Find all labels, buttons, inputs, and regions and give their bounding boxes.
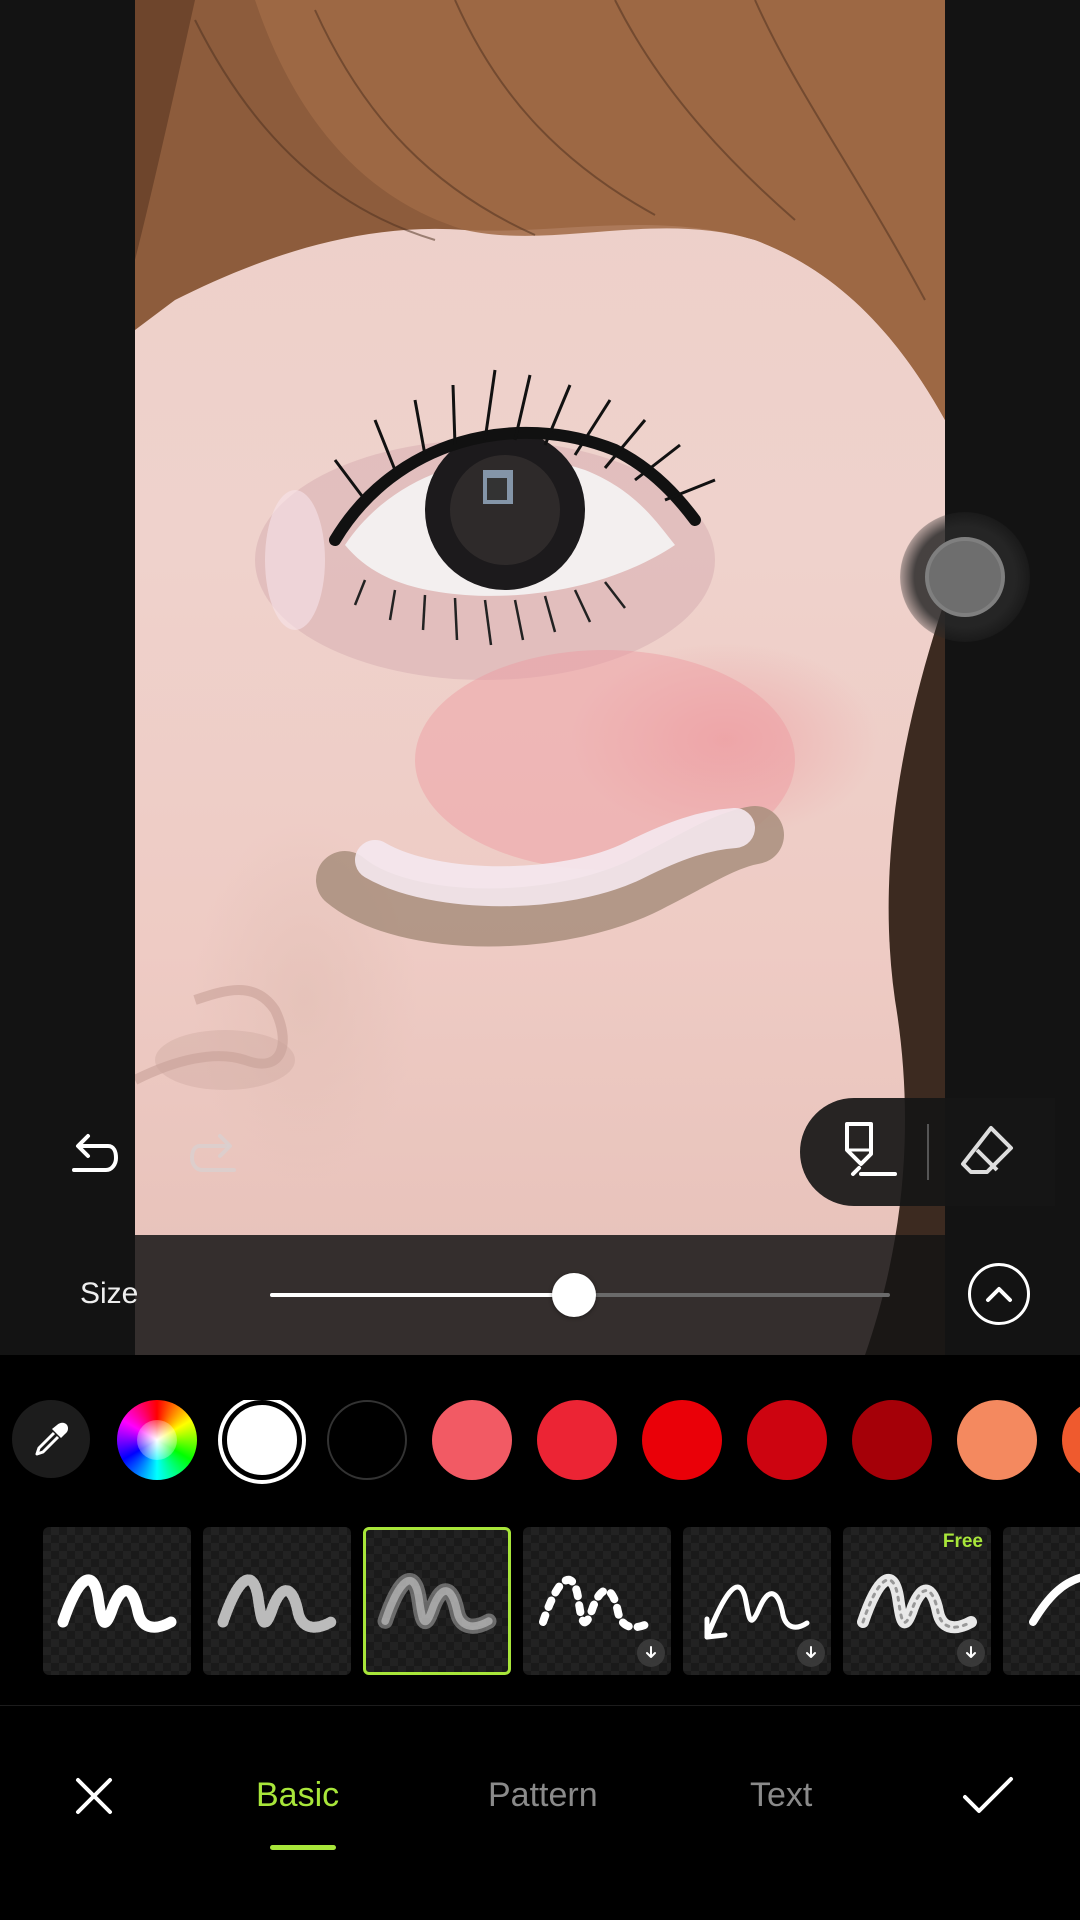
color-palette (0, 1400, 1080, 1485)
expand-button[interactable] (968, 1263, 1030, 1325)
toggle-separator (926, 1124, 929, 1180)
brush-style-solid[interactable] (43, 1527, 191, 1675)
undo-icon (72, 1134, 118, 1172)
marker-icon (844, 1121, 897, 1176)
tab-pattern[interactable]: Pattern (488, 1776, 598, 1815)
eyedropper-button[interactable] (12, 1400, 90, 1478)
brush-eraser-toggle (800, 1098, 1055, 1206)
brush-tool-button[interactable] (839, 1120, 899, 1185)
tab-text[interactable]: Text (750, 1776, 812, 1815)
eraser-tool-button[interactable] (957, 1120, 1017, 1185)
brush-style-list: Free (0, 1527, 1080, 1677)
check-icon (963, 1777, 1013, 1813)
color-swatch[interactable] (642, 1400, 722, 1480)
color-swatch[interactable] (747, 1400, 827, 1480)
color-swatch-selected[interactable] (222, 1400, 302, 1480)
size-control-bar: Size (0, 1235, 1080, 1355)
color-swatch[interactable] (537, 1400, 617, 1480)
drag-handle-knob[interactable] (925, 537, 1005, 617)
free-badge: Free (942, 1531, 983, 1552)
brush-style-dotted[interactable] (523, 1527, 671, 1675)
color-swatch[interactable] (957, 1400, 1037, 1480)
color-swatch[interactable] (432, 1400, 512, 1480)
brush-style-arrow[interactable] (683, 1527, 831, 1675)
confirm-button[interactable] (958, 1770, 1018, 1822)
brush-style-partial[interactable] (1003, 1527, 1080, 1675)
download-icon (797, 1639, 825, 1667)
brush-preview-icon (57, 1574, 177, 1633)
color-swatch[interactable] (327, 1400, 407, 1480)
undo-button[interactable] (58, 1125, 128, 1185)
color-swatch[interactable] (1062, 1400, 1080, 1480)
active-tab-indicator (270, 1845, 336, 1850)
color-wheel-button[interactable] (117, 1400, 197, 1480)
size-slider[interactable] (270, 1273, 890, 1317)
redo-icon (190, 1134, 236, 1172)
eraser-icon (960, 1125, 1013, 1174)
drag-handle[interactable] (900, 512, 1030, 642)
close-icon (76, 1778, 112, 1814)
brush-settings-panel: Free Basic Pattern Text (0, 1355, 1080, 1920)
eyedropper-icon (35, 1422, 69, 1456)
brush-preview-icon (1029, 1573, 1080, 1626)
download-icon (637, 1639, 665, 1667)
close-button[interactable] (68, 1770, 120, 1822)
chevron-up-icon (986, 1287, 1012, 1302)
brush-style-glitter[interactable] (203, 1527, 351, 1675)
brush-style-sparkle[interactable]: Free (843, 1527, 991, 1675)
size-slider-thumb[interactable] (551, 1273, 596, 1317)
bottom-tab-bar: Basic Pattern Text (0, 1750, 1080, 1870)
size-label: Size (80, 1277, 139, 1310)
canvas-area[interactable]: Size (0, 0, 1080, 1355)
download-icon (957, 1639, 985, 1667)
brush-preview-icon (377, 1573, 497, 1634)
tab-basic[interactable]: Basic (256, 1776, 339, 1815)
size-slider-fill (270, 1293, 574, 1297)
brush-preview-icon (217, 1574, 337, 1633)
panel-divider (0, 1705, 1080, 1706)
color-swatch[interactable] (852, 1400, 932, 1480)
brush-style-soft-blur[interactable] (363, 1527, 511, 1675)
redo-button[interactable] (180, 1125, 250, 1185)
